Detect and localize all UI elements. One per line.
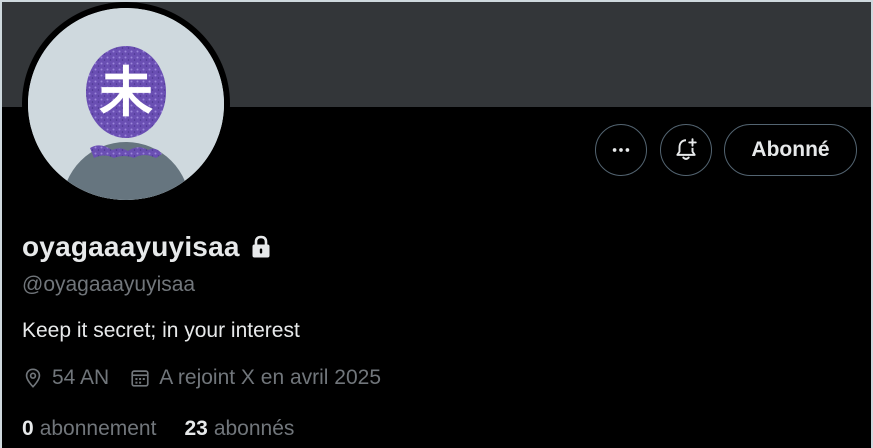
followers-link[interactable]: 23 abonnés — [184, 417, 294, 441]
svg-text:未: 未 — [99, 61, 153, 124]
avatar[interactable]: 未 — [28, 8, 224, 200]
location-text: 54 AN — [52, 366, 110, 389]
location-item: 54 AN — [22, 366, 109, 390]
bell-plus-icon — [676, 138, 697, 160]
more-options-button[interactable] — [595, 124, 647, 176]
joined-text: A rejoint X en avril 2025 — [159, 366, 382, 389]
profile-name-row: oyagaaayuyisaa — [22, 231, 272, 263]
more-horizontal-icon — [612, 148, 630, 152]
avatar-image: 未 — [28, 8, 224, 200]
joined-item: A rejoint X en avril 2025 — [129, 366, 381, 390]
notifications-button[interactable] — [660, 124, 712, 176]
display-name: oyagaaayuyisaa — [22, 231, 240, 262]
profile-stats: 0 abonnement 23 abonnés — [22, 417, 322, 441]
following-label: abonnement — [39, 417, 157, 440]
lock-icon — [252, 235, 270, 258]
following-button[interactable]: Abonné — [724, 124, 857, 176]
profile-meta: 54 AN A rejoint X en avril 2025 — [22, 366, 401, 390]
following-count: 0 — [22, 417, 34, 440]
followers-label: abonnés — [213, 417, 295, 440]
profile-handle: @oyagaaayuyisaa — [22, 273, 196, 296]
followers-count: 23 — [184, 417, 208, 440]
calendar-icon — [131, 370, 149, 387]
following-link[interactable]: 0 abonnement — [22, 417, 156, 441]
location-pin-icon — [25, 368, 41, 388]
profile-bio: Keep it secret; in your interest — [22, 319, 300, 342]
